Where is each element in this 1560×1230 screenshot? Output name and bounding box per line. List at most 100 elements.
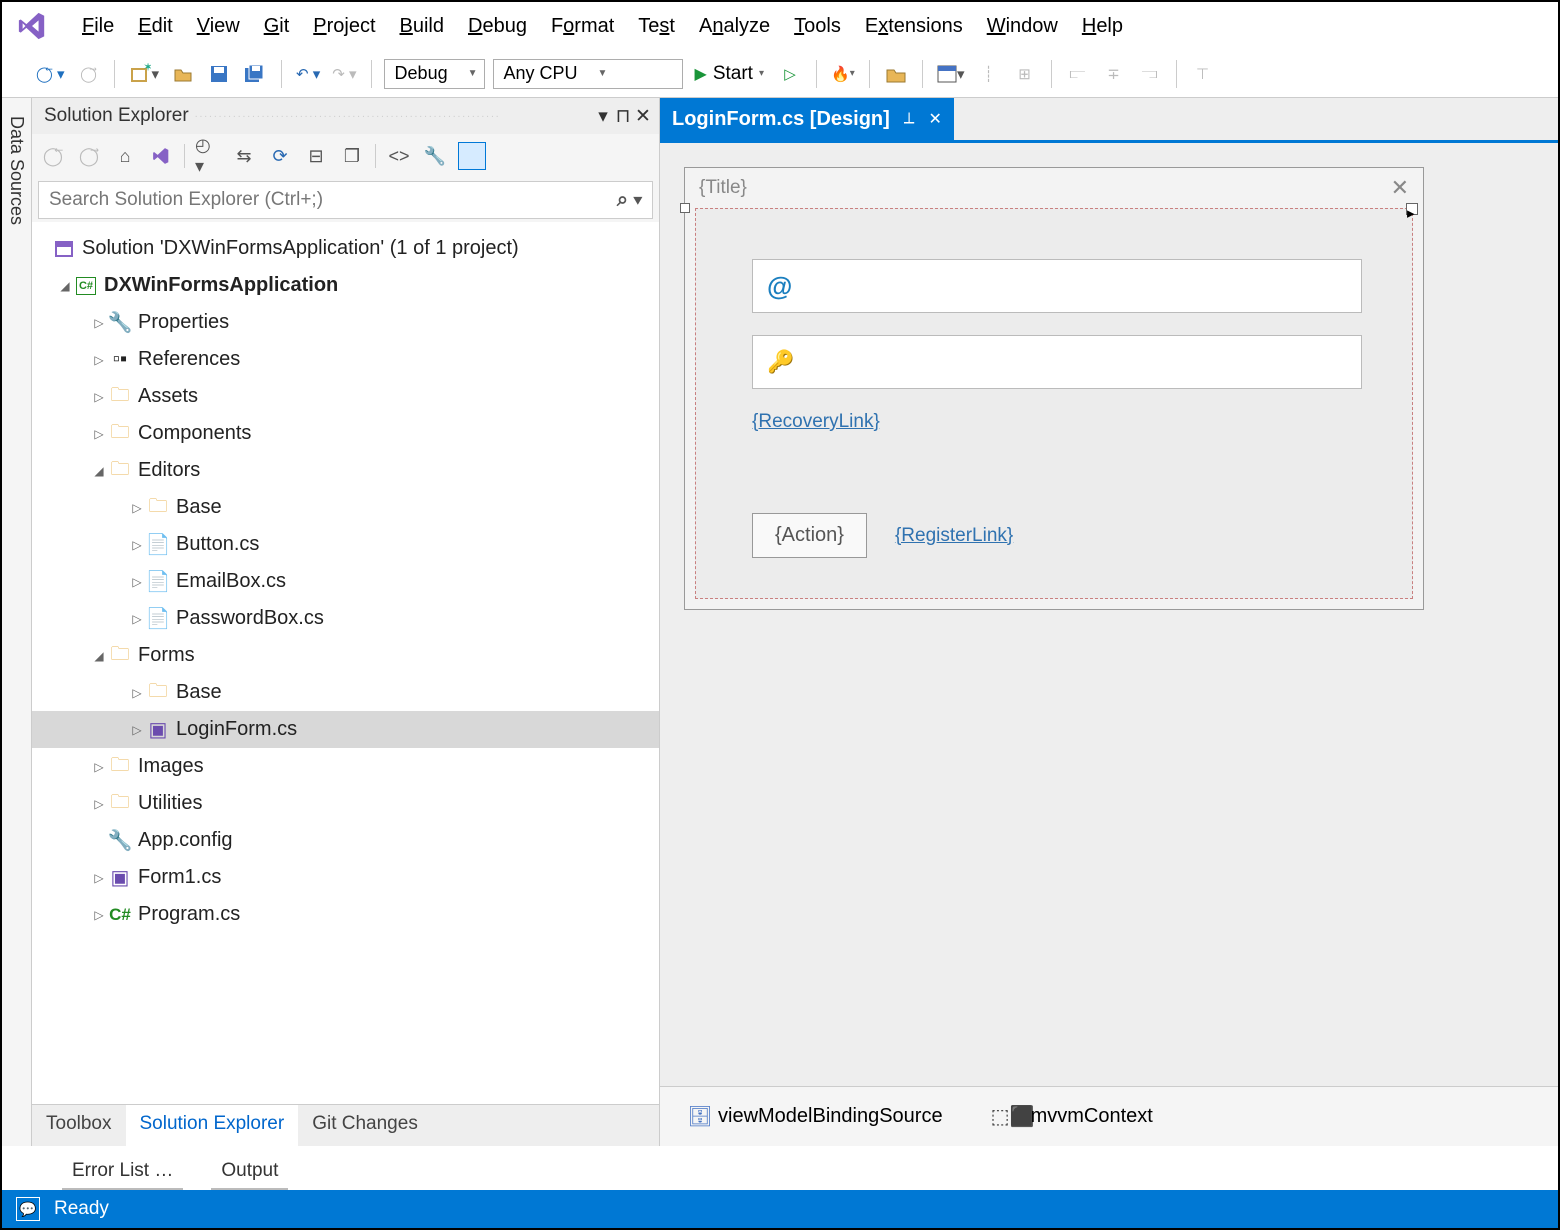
expander-icon[interactable]: ▷ — [128, 575, 146, 589]
save-button[interactable] — [205, 59, 233, 89]
tree-passwordbox-cs[interactable]: ▷📄PasswordBox.cs — [32, 600, 659, 637]
tree-appconfig[interactable]: ▷🔧App.config — [32, 822, 659, 859]
panel-pin-icon[interactable]: ⊓ — [613, 105, 633, 128]
new-item-button[interactable]: ✶ ▾ — [127, 59, 161, 89]
menu-git[interactable]: Git — [264, 15, 290, 38]
expander-icon[interactable]: ▷ — [90, 390, 108, 404]
tree-forms[interactable]: ◢🗀Forms — [32, 637, 659, 674]
menu-file[interactable]: File — [82, 15, 114, 38]
register-link[interactable]: {RegisterLink} — [895, 525, 1013, 547]
close-icon[interactable]: ✕ — [928, 109, 941, 129]
expander-icon[interactable]: ▷ — [90, 353, 108, 367]
expander-icon[interactable]: ▷ — [90, 797, 108, 811]
tree-properties[interactable]: ▷🔧Properties — [32, 304, 659, 341]
solution-explorer-search[interactable]: Search Solution Explorer (Ctrl+;) ⌕ ▾ — [38, 181, 653, 219]
tree-button-cs[interactable]: ▷📄Button.cs — [32, 526, 659, 563]
menu-edit[interactable]: Edit — [138, 15, 172, 38]
se-code-icon[interactable]: <> — [386, 143, 412, 169]
redo-button[interactable]: ↷ ▾ — [330, 59, 358, 89]
tree-forms-base[interactable]: ▷🗀Base — [32, 674, 659, 711]
menu-debug[interactable]: Debug — [468, 15, 527, 38]
menu-extensions[interactable]: Extensions — [865, 15, 963, 38]
tab-toolbox[interactable]: Toolbox — [32, 1105, 126, 1146]
expander-icon[interactable]: ◢ — [90, 464, 108, 478]
open-button[interactable] — [169, 59, 197, 89]
expander-icon[interactable]: ◢ — [90, 649, 108, 663]
se-properties-icon[interactable]: 🔧 — [422, 143, 448, 169]
expander-icon[interactable]: ▷ — [128, 686, 146, 700]
tree-assets[interactable]: ▷🗀Assets — [32, 378, 659, 415]
expander-icon[interactable]: ◢ — [56, 279, 74, 293]
resize-handle[interactable] — [680, 203, 690, 213]
se-switch-views-icon[interactable] — [148, 143, 174, 169]
align-right-icon[interactable]: ⫎ — [1136, 59, 1164, 89]
expander-icon[interactable]: ▷ — [128, 501, 146, 515]
tree-solution[interactable]: Solution 'DXWinFormsApplication' (1 of 1… — [32, 230, 659, 267]
menu-test[interactable]: Test — [638, 15, 675, 38]
align-tool-1-icon[interactable]: ⊞ — [1011, 59, 1039, 89]
status-feedback-icon[interactable]: 💬 — [16, 1197, 40, 1221]
panel-options-icon[interactable]: ▾ — [593, 105, 613, 128]
component-binding-source[interactable]: 🗄 viewModelBindingSource — [690, 1105, 943, 1128]
tab-output[interactable]: Output — [211, 1154, 288, 1190]
se-pending-changes-icon[interactable]: ◴ ▾ — [195, 143, 221, 169]
designer-surface[interactable]: {Title} ✕ ▸ @ 🔑 {RecoveryLink} {Action} — [660, 140, 1558, 1086]
browse-button[interactable] — [882, 59, 910, 89]
panel-close-icon[interactable]: ✕ — [633, 105, 653, 128]
se-back-icon[interactable]: ◯⃖ — [40, 143, 66, 169]
se-forward-icon[interactable]: ◯⃗ — [76, 143, 102, 169]
data-sources-tab[interactable]: Data Sources — [2, 98, 32, 1146]
form-close-icon[interactable]: ✕ — [1391, 175, 1409, 201]
save-all-button[interactable] — [241, 59, 269, 89]
menu-project[interactable]: Project — [313, 15, 375, 38]
configuration-dropdown[interactable]: Debug▼ — [384, 59, 485, 89]
tree-loginform-cs[interactable]: ▷▣LoginForm.cs — [32, 711, 659, 748]
align-center-icon[interactable]: ∓ — [1100, 59, 1128, 89]
expander-icon[interactable]: ▷ — [128, 723, 146, 737]
tab-error-list[interactable]: Error List … — [62, 1154, 183, 1190]
smart-tag-glyph[interactable]: ▸ — [1406, 203, 1418, 215]
se-collapse-icon[interactable]: ⊟ — [303, 143, 329, 169]
menu-window[interactable]: Window — [987, 15, 1058, 38]
tree-editors[interactable]: ◢🗀Editors — [32, 452, 659, 489]
expander-icon[interactable]: ▷ — [90, 427, 108, 441]
hot-reload-button[interactable]: 🔥 ▾ — [829, 59, 857, 89]
expander-icon[interactable]: ▷ — [90, 316, 108, 330]
menu-view[interactable]: View — [197, 15, 240, 38]
se-refresh-icon[interactable]: ⟳ — [267, 143, 293, 169]
tree-references[interactable]: ▷▫▪References — [32, 341, 659, 378]
window-layout-button[interactable]: ▾ — [935, 59, 967, 89]
form-client-area[interactable]: ▸ @ 🔑 {RecoveryLink} {Action} {RegisterL… — [695, 208, 1413, 599]
dotted-tool-icon[interactable]: ┊ — [975, 59, 1003, 89]
tree-form1-cs[interactable]: ▷▣Form1.cs — [32, 859, 659, 896]
se-preview-icon[interactable] — [458, 142, 486, 170]
platform-dropdown[interactable]: Any CPU▼ — [493, 59, 683, 89]
tree-program-cs[interactable]: ▷C#Program.cs — [32, 896, 659, 933]
expander-icon[interactable]: ▷ — [128, 538, 146, 552]
document-tab-loginform[interactable]: LoginForm.cs [Design] ⟂ ✕ — [660, 98, 954, 140]
expander-icon[interactable]: ▷ — [90, 871, 108, 885]
menu-build[interactable]: Build — [400, 15, 444, 38]
undo-button[interactable]: ↶ ▾ — [294, 59, 322, 89]
se-show-all-icon[interactable]: ❐ — [339, 143, 365, 169]
tree-utilities[interactable]: ▷🗀Utilities — [32, 785, 659, 822]
pin-icon[interactable]: ⟂ — [904, 110, 915, 128]
nav-back-button[interactable]: ◯⃖ ▾ — [34, 59, 66, 89]
tree-components[interactable]: ▷🗀Components — [32, 415, 659, 452]
tree-editors-base[interactable]: ▷🗀Base — [32, 489, 659, 526]
align-left-icon[interactable]: ⫍ — [1064, 59, 1092, 89]
tab-solution-explorer[interactable]: Solution Explorer — [126, 1105, 299, 1146]
expander-icon[interactable]: ▷ — [90, 760, 108, 774]
password-input[interactable]: 🔑 — [752, 335, 1362, 389]
tree-project[interactable]: ◢ C# DXWinFormsApplication — [32, 267, 659, 304]
se-home-icon[interactable]: ⌂ — [112, 143, 138, 169]
recovery-link[interactable]: {RecoveryLink} — [752, 411, 880, 432]
se-sync-icon[interactable]: ⇆ — [231, 143, 257, 169]
menu-help[interactable]: Help — [1082, 15, 1123, 38]
expander-icon[interactable]: ▷ — [128, 612, 146, 626]
email-input[interactable]: @ — [752, 259, 1362, 313]
expander-icon[interactable]: ▷ — [90, 908, 108, 922]
align-top-icon[interactable]: ⊤ — [1189, 59, 1217, 89]
start-without-debug-button[interactable]: ▷ — [776, 59, 804, 89]
tree-images[interactable]: ▷🗀Images — [32, 748, 659, 785]
